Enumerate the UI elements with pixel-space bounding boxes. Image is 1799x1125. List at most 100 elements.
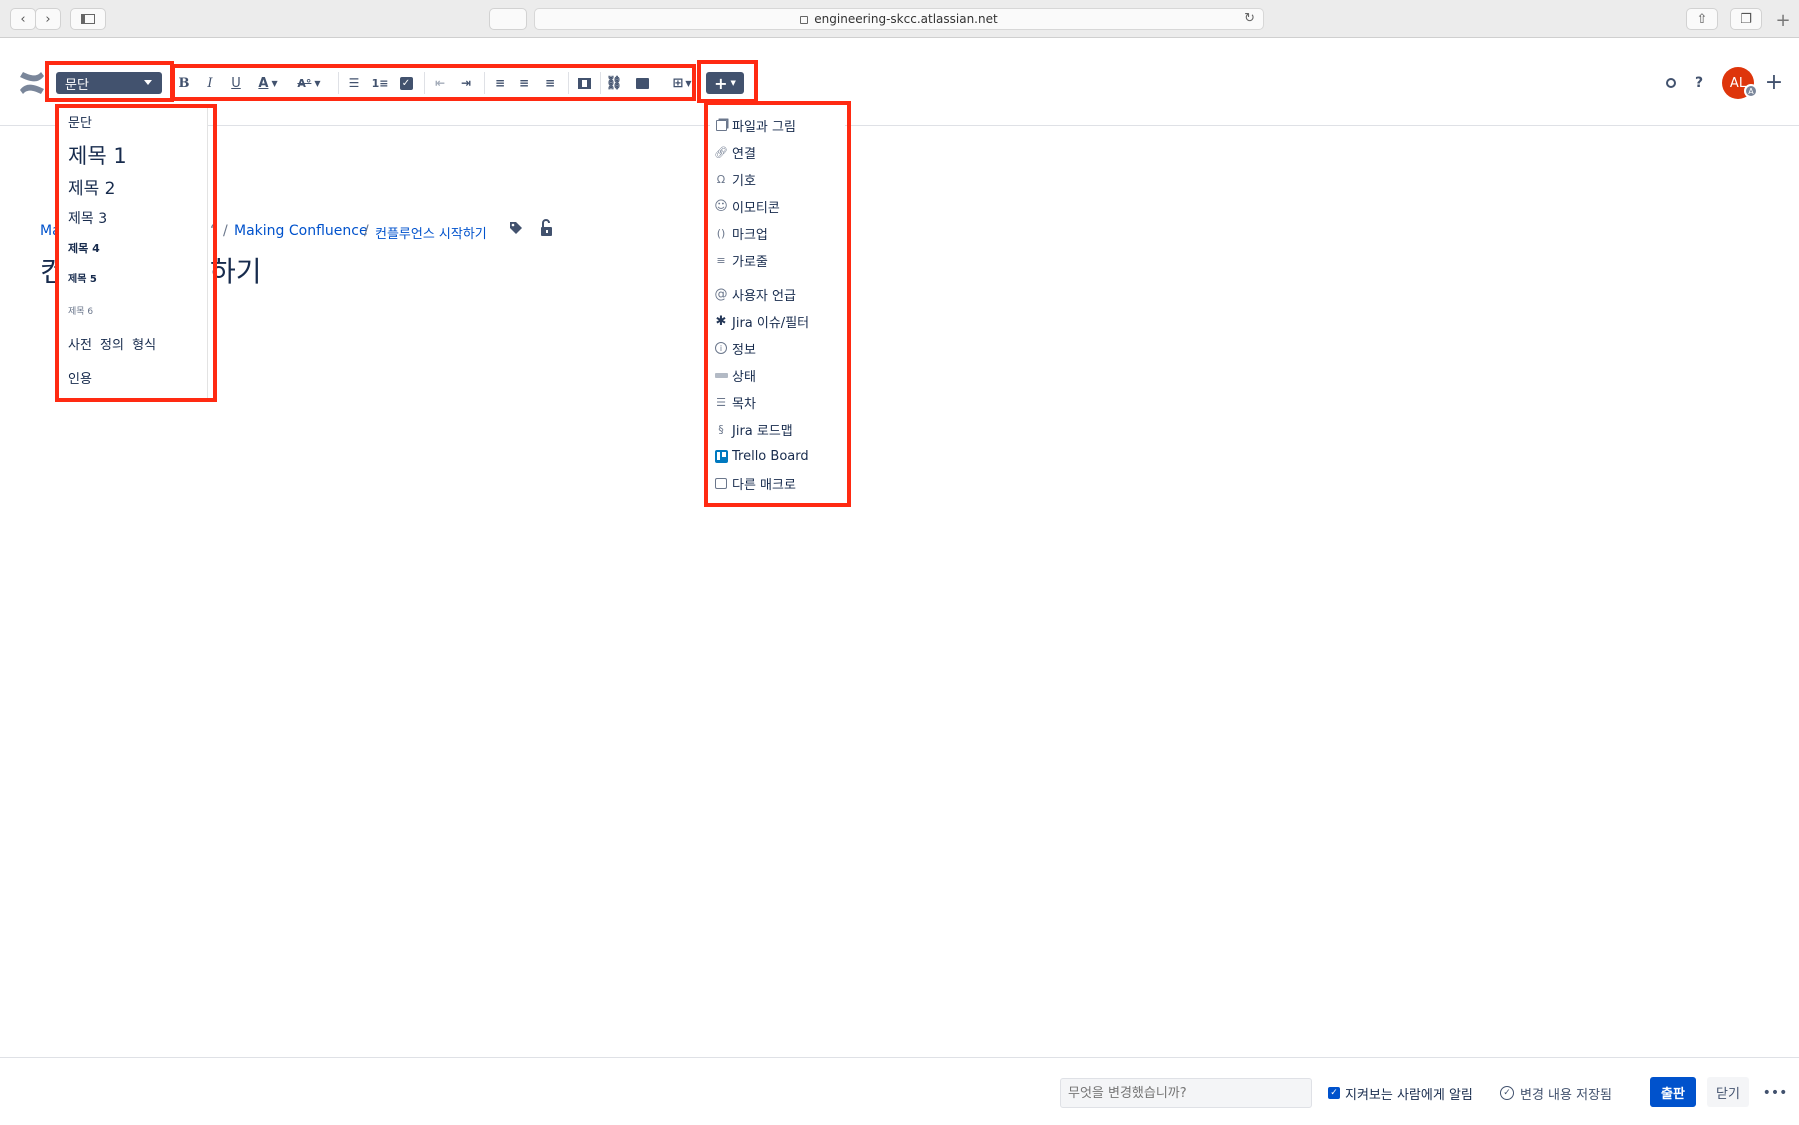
change-comment-input[interactable] [1060, 1078, 1312, 1108]
tab-overview-button[interactable] [489, 8, 527, 30]
confluence-logo-icon[interactable] [18, 70, 46, 96]
image-icon [635, 77, 649, 89]
address-bar[interactable]: engineering-skcc.atlassian.net ↻ [534, 8, 1264, 30]
insert-status[interactable]: 상태 [714, 364, 756, 386]
omega-symbol-icon: Ω [716, 172, 726, 186]
style-option-heading-6[interactable]: 제목 6 [68, 304, 93, 317]
insert-item-label: 다른 매크로 [732, 477, 796, 493]
numbered-list-button[interactable]: 1≡ [370, 72, 390, 94]
caret-down-icon: ▼ [314, 78, 321, 88]
sidebar-toggle-button[interactable] [70, 8, 106, 30]
breadcrumb-item-making-confluence[interactable]: Making Confluence [234, 223, 368, 239]
more-actions-button[interactable]: ••• [1760, 1082, 1790, 1104]
reload-icon[interactable]: ↻ [1244, 11, 1255, 26]
style-option-heading-3[interactable]: 제목 3 [68, 208, 107, 228]
style-option-preformatted[interactable]: 사전 정의 형식 [68, 334, 156, 353]
url-text: engineering-skcc.atlassian.net [814, 12, 998, 26]
notify-watchers-label[interactable]: 지켜보는 사람에게 알림 [1345, 1084, 1473, 1103]
tabs-button[interactable]: ❐ [1730, 8, 1762, 30]
breadcrumb-separator: / [364, 223, 369, 239]
insert-item-label: Jira 로드맵 [732, 423, 793, 439]
jira-icon: ✱ [715, 313, 727, 329]
caret-down-icon [144, 80, 152, 85]
insert-emoticon[interactable]: ☺ 이모티콘 [714, 195, 780, 217]
text-color-button[interactable]: A ▼ [254, 72, 282, 94]
insert-horizontal-rule[interactable]: ≡ 가로줄 [714, 249, 768, 271]
back-button[interactable]: ‹ [10, 8, 36, 30]
insert-item-label: 기호 [732, 173, 756, 189]
help-button[interactable]: ? [1690, 72, 1708, 94]
style-option-heading-5[interactable]: 제목 5 [68, 270, 97, 285]
link-button[interactable]: ⛓ [604, 72, 624, 94]
share-button[interactable]: ⇧ [1686, 8, 1718, 30]
more-formatting-button[interactable]: A° ▼ [292, 72, 326, 94]
indent-button[interactable]: ⇥ [456, 72, 476, 94]
search-button[interactable] [1662, 72, 1680, 94]
insert-link[interactable]: 🔗︎ 연결 [714, 141, 756, 163]
label-tag-icon[interactable] [508, 220, 524, 236]
paragraph-style-menu: 문단 제목 1 제목 2 제목 3 제목 4 제목 5 제목 6 사전 정의 형… [58, 104, 208, 398]
caret-down-icon: ▼ [271, 78, 278, 88]
insert-trello-board[interactable]: Trello Board [714, 445, 809, 467]
insert-other-macros[interactable]: 다른 매크로 [714, 472, 796, 494]
underline-button[interactable]: U [228, 72, 244, 94]
files-images-icon [714, 118, 728, 132]
italic-button[interactable]: I [202, 72, 218, 94]
help-icon: ? [1694, 75, 1704, 91]
paragraph-style-select[interactable]: 문단 [56, 72, 162, 94]
avatar-badge-label: A [1748, 86, 1754, 96]
bullet-list-button[interactable]: ☰ [344, 72, 364, 94]
lock-icon [800, 16, 809, 24]
outdent-button[interactable]: ⇤ [430, 72, 450, 94]
align-center-button[interactable]: ≡ [514, 72, 534, 94]
insert-markup[interactable]: () 마크업 [714, 222, 768, 244]
style-option-quote[interactable]: 인용 [68, 368, 92, 387]
table-icon: ⊞ [672, 75, 684, 91]
breadcrumb-item-getting-started[interactable]: 컨플루언스 시작하기 [375, 223, 487, 242]
style-option-paragraph[interactable]: 문단 [68, 112, 92, 131]
layout-icon [577, 77, 591, 89]
task-list-button[interactable]: ✓ [396, 72, 416, 94]
bold-icon: B [178, 75, 190, 91]
align-right-button[interactable]: ≡ [540, 72, 560, 94]
insert-files-images[interactable]: 파일과 그림 [714, 114, 796, 136]
insert-jira-roadmap[interactable]: § Jira 로드맵 [714, 418, 793, 440]
align-center-icon: ≡ [518, 76, 530, 90]
page-layout-button[interactable] [574, 72, 594, 94]
add-collaborator-button[interactable]: + [1764, 70, 1784, 95]
link-icon: 🔗︎ [714, 145, 728, 159]
insert-symbol[interactable]: Ω 기호 [714, 168, 756, 190]
notify-watchers-checkbox[interactable]: ✓ [1328, 1087, 1340, 1099]
align-left-button[interactable]: ≡ [490, 72, 510, 94]
insert-item-label: 사용자 언급 [732, 288, 796, 304]
avatar-badge: A [1744, 84, 1758, 98]
close-button[interactable]: 닫기 [1707, 1077, 1749, 1107]
status-lozenge-icon [714, 368, 728, 382]
restrictions-unlock-icon[interactable] [538, 219, 554, 237]
insert-item-label: Jira 이슈/필터 [732, 315, 810, 331]
checkmark-icon: ✓ [1330, 1088, 1338, 1098]
saved-check-icon: ✓ [1500, 1086, 1514, 1100]
insert-info[interactable]: i 정보 [714, 337, 756, 359]
style-option-heading-1[interactable]: 제목 1 [68, 140, 127, 170]
insert-user-mention[interactable]: @ 사용자 언급 [714, 283, 796, 305]
image-button[interactable] [632, 72, 652, 94]
style-option-heading-4[interactable]: 제목 4 [68, 240, 100, 256]
table-button[interactable]: ⊞ ▼ [668, 72, 696, 94]
info-icon: i [714, 341, 728, 355]
outdent-icon: ⇤ [434, 76, 446, 90]
insert-more-button[interactable]: + ▼ [706, 72, 744, 94]
insert-jira-issue[interactable]: ✱ Jira 이슈/필터 [714, 310, 810, 332]
page-title-fragment-right[interactable]: 하기 [210, 250, 262, 290]
style-option-heading-2[interactable]: 제목 2 [68, 174, 116, 199]
horizontal-rule-icon: ≡ [716, 253, 726, 267]
plus-icon: + [1775, 9, 1791, 31]
new-tab-button[interactable]: + [1772, 9, 1794, 31]
breadcrumb-separator: / [223, 223, 228, 239]
publish-button[interactable]: 출판 [1650, 1077, 1696, 1107]
macro-icon [714, 476, 728, 490]
bold-button[interactable]: B [176, 72, 192, 94]
insert-table-of-contents[interactable]: ☰ 목차 [714, 391, 756, 413]
tabs-icon: ❐ [1740, 11, 1752, 27]
forward-button[interactable]: › [35, 8, 61, 30]
